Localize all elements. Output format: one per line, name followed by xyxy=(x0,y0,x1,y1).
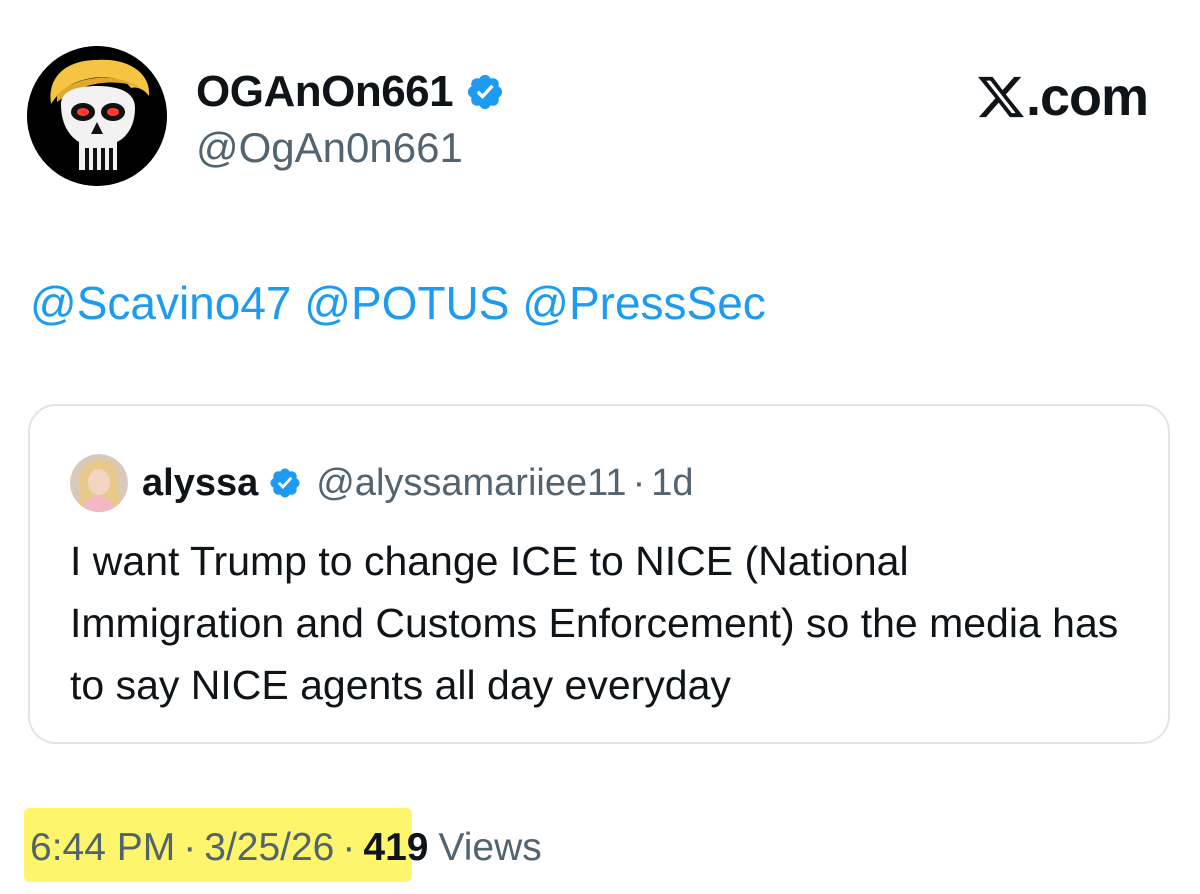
author-handle[interactable]: @OgAn0n661 xyxy=(196,124,463,172)
separator-dot: · xyxy=(632,461,646,504)
quoted-post-card[interactable]: alyssa @alyssamariiee11 · 1d I want Trum… xyxy=(28,404,1170,744)
views-count: 419 xyxy=(363,826,429,869)
author-name-row: OGAnOn661 xyxy=(196,62,505,122)
post-mentions: @Scavino47 @POTUS @PressSec xyxy=(30,276,766,330)
quoted-post-text: I want Trump to change ICE to NICE (Nati… xyxy=(70,538,1119,708)
verified-badge-icon xyxy=(468,74,503,110)
x-logo-icon xyxy=(977,76,1024,118)
separator-dot: · xyxy=(183,826,197,869)
separator-dot: · xyxy=(342,826,356,869)
quoted-author-handle[interactable]: @alyssamariiee11 xyxy=(316,462,626,505)
verified-badge-icon xyxy=(270,468,300,498)
post-date[interactable]: 3/25/26 xyxy=(204,826,334,870)
mention-link[interactable]: @POTUS xyxy=(304,277,509,329)
author-avatar[interactable] xyxy=(27,46,167,186)
views-label: Views xyxy=(438,826,542,869)
quoted-author-name[interactable]: alyssa xyxy=(142,462,258,505)
portrait-avatar-icon xyxy=(70,454,128,512)
post-time[interactable]: 6:44 PM xyxy=(30,826,175,870)
brand-text: .com xyxy=(1025,67,1149,127)
post-footer: 6:44 PM · 3/25/26 · 419 Views xyxy=(30,818,542,878)
mention-link[interactable]: @PressSec xyxy=(522,277,766,329)
quoted-author-avatar[interactable] xyxy=(70,454,128,512)
mention-link[interactable]: @Scavino47 xyxy=(30,277,292,329)
author-display-name[interactable]: OGAnOn661 xyxy=(196,67,454,117)
x-brand: .com xyxy=(977,66,1149,128)
quoted-post-header: alyssa @alyssamariiee11 · 1d xyxy=(70,454,694,512)
skull-avatar-icon xyxy=(27,46,167,186)
quoted-post-age[interactable]: 1d xyxy=(651,462,693,505)
post-card: OGAnOn661 @OgAn0n661 .com @Scavino47 @PO… xyxy=(0,0,1200,894)
